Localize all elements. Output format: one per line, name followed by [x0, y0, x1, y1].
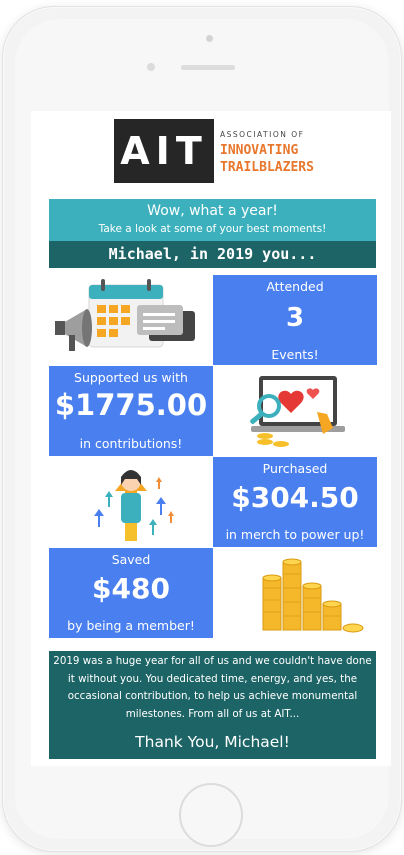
coin-stacks-illustration	[213, 548, 377, 638]
supported-value: $1775.00	[54, 388, 208, 422]
logo-trailblazers-text: TRAILBLAZERS	[220, 160, 314, 175]
header-banner: Wow, what a year! Take a look at some of…	[49, 199, 376, 241]
calendar-icon	[55, 279, 195, 351]
footer-message: 2019 was a huge year for all of us and w…	[53, 655, 372, 720]
purchased-label: Purchased	[262, 461, 328, 476]
purchased-suffix: in merch to power up!	[225, 527, 365, 542]
person-icon	[94, 470, 174, 541]
header-title: Wow, what a year!	[147, 203, 278, 219]
laptop-icon	[250, 376, 345, 447]
proximity-sensor	[147, 63, 155, 71]
ait-logo: AIT ASSOCIATION OF INNOVATING TRAILBLAZE…	[114, 119, 314, 183]
attended-label: Attended	[266, 279, 324, 294]
logo-mark: AIT	[114, 119, 214, 183]
person-arrows-illustration	[49, 457, 213, 547]
saved-stat-tile: Saved $480 by being a member!	[49, 548, 213, 638]
attended-stat-tile: Attended 3 Events!	[213, 275, 377, 365]
supported-suffix: in contributions!	[79, 436, 183, 451]
logo-association-text: ASSOCIATION OF	[220, 130, 305, 139]
supported-stat-tile: Supported us with $1775.00 in contributi…	[49, 366, 213, 456]
home-button[interactable]	[179, 783, 243, 847]
logo-innovating-text: INNOVATING	[220, 143, 299, 158]
saved-value: $480	[92, 572, 170, 605]
header-subtitle: Take a look at some of your best moments…	[98, 223, 327, 235]
footer-thanks: Thank You, Michael!	[135, 733, 290, 751]
coins-icon	[262, 558, 364, 633]
front-camera	[206, 35, 213, 42]
earpiece-speaker	[181, 65, 235, 70]
calendar-megaphone-illustration	[49, 275, 213, 365]
supported-label: Supported us with	[74, 370, 188, 385]
phone-frame: AIT ASSOCIATION OF INNOVATING TRAILBLAZE…	[2, 6, 402, 852]
purchased-stat-tile: Purchased $304.50 in merch to power up!	[213, 457, 377, 547]
email-screen: AIT ASSOCIATION OF INNOVATING TRAILBLAZE…	[31, 111, 391, 766]
attended-suffix: Events!	[271, 347, 319, 362]
year-banner: Michael, in 2019 you...	[49, 241, 376, 268]
saved-suffix: by being a member!	[67, 618, 195, 633]
thank-you-footer: 2019 was a huge year for all of us and w…	[49, 651, 376, 759]
purchased-value: $304.50	[231, 481, 359, 514]
saved-label: Saved	[111, 552, 151, 567]
attended-value: 3	[285, 303, 305, 333]
laptop-hearts-illustration	[213, 366, 377, 456]
